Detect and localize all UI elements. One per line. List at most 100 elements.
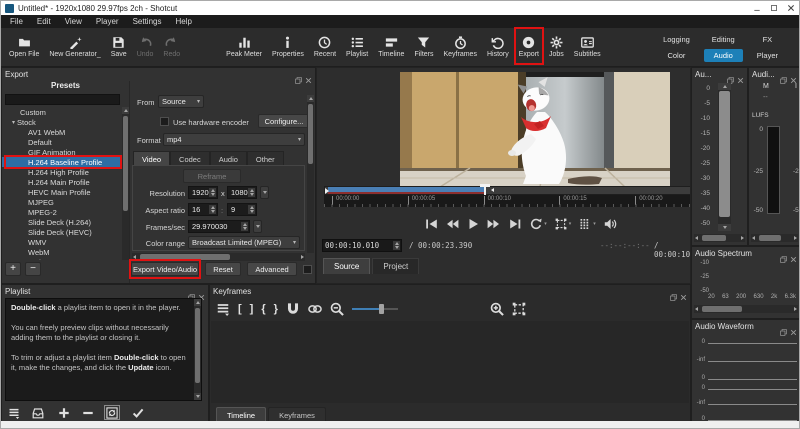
selected-range[interactable] (328, 187, 485, 194)
transport-loop-button[interactable]: ▾ (529, 218, 547, 230)
layout-player[interactable]: Player (749, 49, 786, 62)
presets-search-input[interactable] (5, 94, 120, 105)
spinner[interactable] (209, 205, 216, 214)
preset-h-264-main-profile[interactable]: H.264 Main Profile (2, 177, 123, 187)
toolbar-button-undo[interactable]: Undo (132, 28, 159, 66)
layout-fx[interactable]: FX (749, 33, 786, 46)
loudness-hscrollbar[interactable] (751, 234, 798, 242)
from-select[interactable]: Source (158, 95, 204, 108)
preset-gif-animation[interactable]: GIF Animation (2, 147, 123, 157)
preset-slide-deck-h-264[interactable]: Slide Deck (H.264) (2, 217, 123, 227)
menu-file[interactable]: File (3, 15, 30, 28)
aspect-height-input[interactable]: 9 (227, 203, 257, 216)
transport-grid-button[interactable]: ▾ (578, 218, 596, 230)
float-panel-button[interactable] (780, 323, 787, 330)
tree-expand-icon[interactable]: ▾ (12, 119, 15, 126)
scrollbar-thumb[interactable] (308, 104, 313, 164)
playlist-menu-button[interactable] (6, 405, 22, 420)
peak-meter-hscrollbar[interactable] (694, 234, 745, 242)
playlist-update-button[interactable] (104, 405, 120, 420)
scroll-up-icon[interactable] (122, 107, 129, 114)
peak-meter-scrollbar[interactable] (718, 83, 731, 231)
close-panel-button[interactable] (790, 250, 797, 257)
keyframes-filter-marker-button[interactable]: ] (250, 303, 254, 315)
keyframes-zoom-fit-button[interactable] (512, 302, 526, 316)
toolbar-button-properties[interactable]: Properties (267, 28, 309, 66)
preset-mjpeg[interactable]: MJPEG (2, 197, 123, 207)
preset-h-264-high-profile[interactable]: H.264 High Profile (2, 167, 123, 177)
keyframes-filter-marker-button[interactable]: { (261, 303, 265, 315)
close-window-button[interactable] (782, 1, 799, 15)
player-tab-source[interactable]: Source (323, 258, 370, 274)
dock-tab-timeline[interactable]: Timeline (216, 407, 266, 422)
color-range-select[interactable]: Broadcast Limited (MPEG) (188, 236, 300, 249)
advanced-checkbox[interactable] (303, 265, 312, 274)
close-panel-button[interactable] (198, 288, 205, 295)
preset-custom[interactable]: Custom (2, 107, 123, 117)
layout-logging[interactable]: Logging (655, 33, 698, 46)
playlist-add-button[interactable] (56, 405, 72, 420)
scroll-up-icon[interactable] (194, 299, 201, 306)
transport-play-button[interactable] (466, 218, 480, 230)
transport-skip-previous-button[interactable] (424, 218, 438, 230)
scrollbar-thumb[interactable] (123, 116, 128, 211)
scrollbar-thumb[interactable] (759, 235, 781, 241)
toolbar-button-open-file[interactable]: Open File (4, 28, 44, 66)
toolbar-button-timeline[interactable]: Timeline (373, 28, 409, 66)
keyframes-timeline-area[interactable] (211, 321, 689, 403)
float-panel-button[interactable] (780, 71, 787, 78)
preset-hevc-main-profile[interactable]: HEVC Main Profile (2, 187, 123, 197)
dock-tab-keyframes[interactable]: Keyframes (268, 407, 326, 422)
toolbar-button-peak-meter[interactable]: Peak Meter (221, 28, 267, 66)
keyframes-zoom-out-button[interactable] (330, 302, 344, 316)
configure-button[interactable]: Configure... (258, 114, 310, 128)
toolbar-button-export[interactable]: Export (514, 28, 544, 66)
playlist-remove-button[interactable] (80, 405, 96, 420)
spinner[interactable] (248, 205, 255, 214)
reframe-button[interactable]: Reframe (183, 169, 241, 183)
toolbar-button-jobs[interactable]: Jobs (544, 28, 569, 66)
transport-zoom-fit-button[interactable]: ▾ (554, 218, 572, 230)
scrollbar-thumb[interactable] (719, 91, 730, 217)
add-preset-button[interactable]: + (5, 262, 21, 276)
preset-mpeg-2[interactable]: MPEG-2 (2, 207, 123, 217)
scrollbar-thumb[interactable] (702, 306, 742, 312)
menu-settings[interactable]: Settings (126, 15, 169, 28)
keyframes-magnet-button[interactable] (286, 302, 300, 316)
menu-view[interactable]: View (58, 15, 89, 28)
aspect-width-input[interactable]: 16 (188, 203, 218, 216)
presets-scrollbar[interactable] (122, 107, 129, 260)
spinner[interactable] (241, 222, 248, 231)
spinner[interactable] (248, 188, 255, 197)
timecode-spinner[interactable] (393, 241, 400, 250)
layout-color[interactable]: Color (655, 49, 698, 62)
format-select[interactable]: mp4 (163, 133, 305, 146)
keyframes-menu-button[interactable] (216, 302, 230, 316)
scrollbar-thumb[interactable] (702, 235, 726, 241)
menu-player[interactable]: Player (89, 15, 126, 28)
out-point-marker[interactable] (491, 188, 494, 192)
keyframes-zoom-in-button[interactable] (490, 302, 504, 316)
fps-input[interactable]: 29.970030 (188, 220, 250, 233)
advanced-button[interactable]: Advanced (247, 262, 297, 276)
float-panel-button[interactable] (670, 288, 677, 295)
close-panel-button[interactable] (305, 71, 312, 78)
playlist-open-button[interactable] (30, 405, 46, 420)
close-panel-button[interactable] (790, 323, 797, 330)
transport-volume-button[interactable] (603, 218, 617, 230)
float-panel-button[interactable] (295, 71, 302, 78)
preset-h-264-baseline-profile[interactable]: H.264 Baseline Profile (2, 157, 123, 167)
layout-audio[interactable]: Audio (704, 49, 743, 62)
time-ruler[interactable]: 00:00:0000:00:0500:00:1000:00:1500:00:20 (324, 195, 691, 207)
toolbar-button-filters[interactable]: Filters (409, 28, 438, 66)
playlist-check-button[interactable] (130, 405, 146, 420)
preset-av1-webm[interactable]: AV1 WebM (2, 127, 123, 137)
position-timecode-input[interactable] (323, 240, 393, 251)
resolution-presets-button[interactable] (260, 186, 269, 199)
preset-webm-vp9[interactable]: WebM VP9 (2, 257, 123, 260)
float-panel-button[interactable] (780, 250, 787, 257)
close-panel-button[interactable] (790, 71, 797, 78)
remove-preset-button[interactable]: − (25, 262, 41, 276)
toolbar-button-new-generator[interactable]: New Generator_ (44, 28, 105, 66)
keyframes-scrub-button[interactable] (308, 302, 322, 316)
